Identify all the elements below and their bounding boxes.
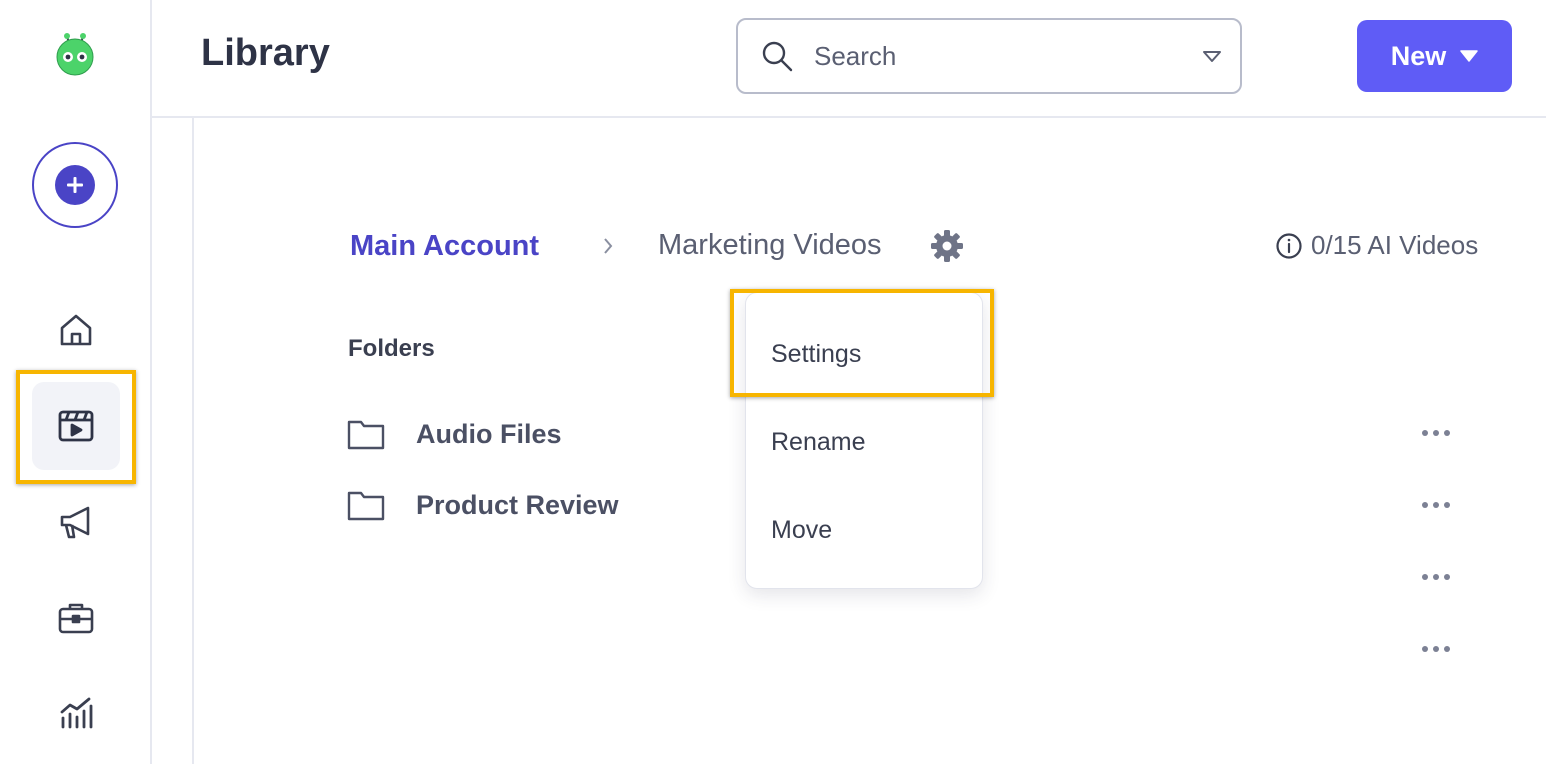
ai-videos-count: 0/15 AI Videos: [1311, 230, 1479, 260]
more-options-icon[interactable]: [1418, 493, 1454, 517]
video-clapper-icon: [58, 410, 94, 442]
folder-icon: [347, 491, 385, 521]
folder-name: Product Review: [416, 489, 619, 520]
info-icon[interactable]: [1275, 232, 1303, 260]
nav-campaigns[interactable]: [32, 478, 120, 566]
more-options-icon[interactable]: [1418, 421, 1454, 445]
nav-library[interactable]: [32, 382, 120, 470]
chevron-down-icon[interactable]: [1202, 50, 1222, 64]
create-button[interactable]: [32, 142, 118, 228]
robot-logo[interactable]: [51, 29, 99, 77]
chevron-right-icon: [604, 238, 613, 254]
folder-row[interactable]: Product Review: [347, 485, 619, 525]
search-box[interactable]: [736, 18, 1242, 94]
top-header: Library New: [152, 0, 1546, 118]
breadcrumb-main-account[interactable]: Main Account: [350, 230, 539, 263]
more-options-icon[interactable]: [1418, 637, 1454, 661]
new-button[interactable]: New: [1357, 20, 1512, 92]
search-icon: [762, 41, 793, 72]
nav-portfolio[interactable]: [32, 574, 120, 662]
nav-analytics[interactable]: [32, 670, 120, 758]
menu-item-rename[interactable]: Rename: [771, 428, 866, 457]
folder-row[interactable]: Audio Files: [347, 414, 562, 454]
page-title: Library: [201, 32, 330, 74]
menu-item-move[interactable]: Move: [771, 516, 832, 545]
content-divider: [192, 118, 194, 764]
app-window: Library New Main Account Marketing Video…: [0, 0, 1546, 764]
caret-down-icon: [1460, 50, 1479, 62]
menu-item-settings[interactable]: Settings: [771, 340, 861, 369]
more-options-icon[interactable]: [1418, 565, 1454, 589]
briefcase-icon: [58, 603, 94, 634]
gear-icon[interactable]: [930, 229, 964, 263]
folder-name: Audio Files: [416, 418, 562, 449]
folders-section-label: Folders: [348, 335, 435, 362]
folder-context-menu: Settings Rename Move: [745, 292, 983, 589]
plus-icon: [55, 165, 95, 205]
new-button-label: New: [1390, 40, 1447, 71]
folder-icon: [347, 420, 385, 450]
ai-videos-counter: 0/15 AI Videos: [1275, 230, 1478, 261]
sidebar: [0, 0, 152, 764]
breadcrumb-current-folder: Marketing Videos: [658, 229, 882, 261]
search-input[interactable]: [814, 40, 1174, 72]
nav-home[interactable]: [32, 286, 120, 374]
megaphone-icon: [60, 506, 90, 539]
home-icon: [60, 314, 92, 346]
bar-chart-icon: [60, 697, 93, 729]
